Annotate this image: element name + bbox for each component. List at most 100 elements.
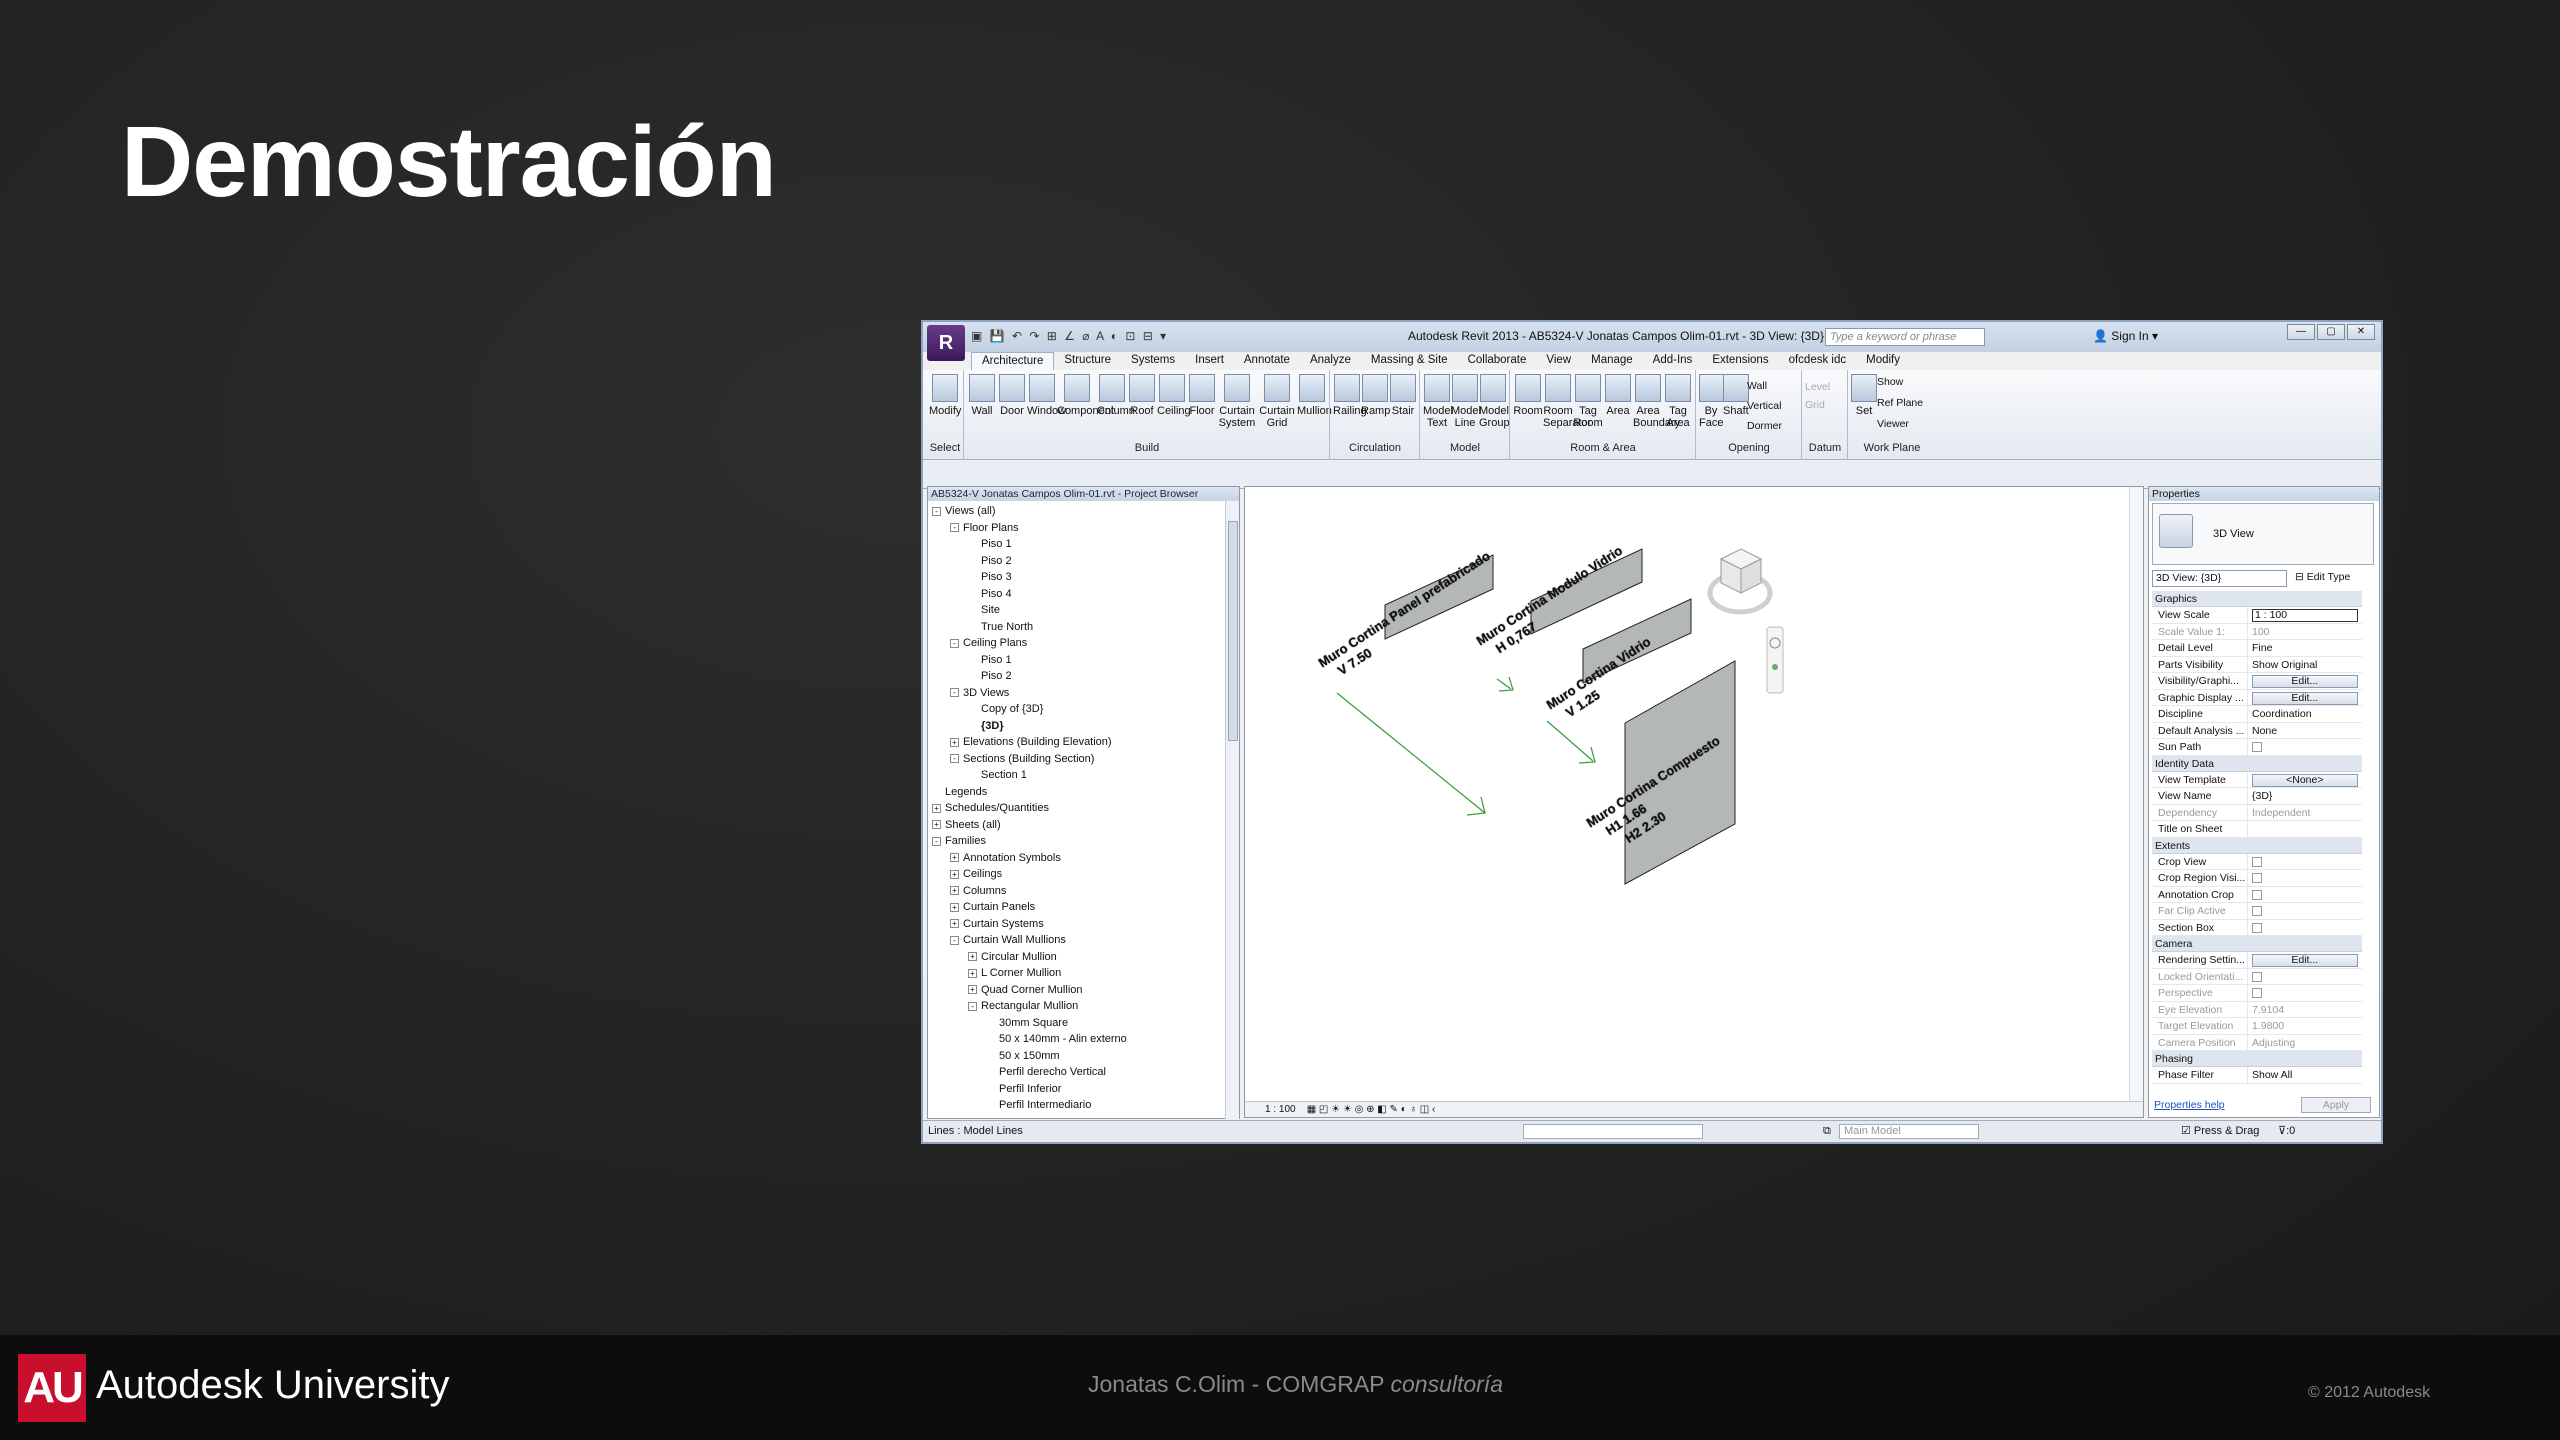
- tree-node[interactable]: {3D}: [928, 718, 1224, 735]
- design-options-icon[interactable]: ⧉: [1823, 1121, 1831, 1141]
- property-value[interactable]: [2248, 920, 2362, 936]
- property-checkbox[interactable]: [2252, 856, 2262, 867]
- tree-expander-icon[interactable]: +: [932, 820, 941, 830]
- property-value[interactable]: [2248, 821, 2362, 837]
- property-button[interactable]: <None>: [2252, 773, 2358, 787]
- property-row[interactable]: Graphic Display ... Edit...: [2152, 689, 2362, 706]
- tree-expander-icon[interactable]: +: [950, 853, 959, 863]
- property-row[interactable]: Scale Value 1: 100: [2152, 623, 2362, 640]
- tree-expander-icon[interactable]: +: [950, 869, 959, 879]
- tree-node[interactable]: Section 1: [928, 767, 1224, 784]
- ribbon-button-area[interactable]: Area: [1603, 374, 1633, 417]
- tree-node[interactable]: Piso 2: [928, 553, 1224, 570]
- property-row[interactable]: Section Box: [2152, 919, 2362, 936]
- property-value[interactable]: [2248, 887, 2362, 903]
- tree-node[interactable]: + Sheets (all): [928, 817, 1224, 834]
- tab-view[interactable]: View: [1536, 352, 1581, 370]
- tree-expander-icon[interactable]: +: [950, 737, 959, 747]
- property-row[interactable]: Visibility/Graphi... Edit...: [2152, 673, 2362, 690]
- ribbon-button-railing[interactable]: Railing: [1333, 374, 1367, 417]
- tree-node[interactable]: Perfil Inferior: [928, 1081, 1224, 1098]
- property-row[interactable]: Discipline Coordination: [2152, 706, 2362, 723]
- workplane-small-buttons[interactable]: Show Ref Plane Viewer: [1877, 372, 1923, 435]
- tree-expander-icon[interactable]: -: [950, 688, 959, 698]
- property-checkbox[interactable]: [2252, 889, 2262, 900]
- tree-expander-icon[interactable]: +: [932, 803, 941, 813]
- property-row[interactable]: Phase Filter Show All: [2152, 1067, 2362, 1084]
- property-row[interactable]: Eye Elevation 7.9104: [2152, 1001, 2362, 1018]
- tree-expander-icon[interactable]: +: [968, 952, 977, 962]
- tab-add-ins[interactable]: Add-Ins: [1643, 352, 1703, 370]
- property-value[interactable]: 100: [2248, 624, 2362, 640]
- ribbon-button-door[interactable]: Door: [997, 374, 1027, 417]
- ribbon-button-by-face[interactable]: By Face: [1699, 374, 1725, 429]
- property-value[interactable]: 1.9800: [2248, 1018, 2362, 1034]
- tree-expander-icon[interactable]: +: [950, 919, 959, 929]
- tab-modify[interactable]: Modify: [1856, 352, 1910, 370]
- property-row[interactable]: View Template <None>: [2152, 771, 2362, 788]
- property-checkbox[interactable]: [2252, 742, 2262, 753]
- ribbon-button-ceiling[interactable]: Ceiling: [1157, 374, 1191, 417]
- workset-dropdown[interactable]: [1523, 1124, 1703, 1139]
- property-group-header[interactable]: Camera: [2152, 936, 2362, 952]
- tree-expander-icon[interactable]: -: [932, 836, 941, 846]
- opening-small-buttons[interactable]: Wall Vertical Dormer: [1747, 376, 1782, 436]
- tree-node[interactable]: + Circular Mullion: [928, 949, 1224, 966]
- tree-node[interactable]: - Views (all): [928, 503, 1224, 520]
- ribbon-button-room-separator[interactable]: Room Separator: [1543, 374, 1591, 429]
- ribbon-button-window[interactable]: Window: [1027, 374, 1066, 417]
- tree-node[interactable]: Piso 1: [928, 536, 1224, 553]
- property-value[interactable]: [2248, 854, 2362, 870]
- ribbon-button-room[interactable]: Room: [1513, 374, 1543, 417]
- press-drag-toggle[interactable]: ☑ Press & Drag: [2181, 1121, 2259, 1141]
- ribbon-button-component[interactable]: Component: [1057, 374, 1114, 417]
- tree-node[interactable]: Piso 3: [928, 569, 1224, 586]
- search-input[interactable]: Type a keyword or phrase: [1825, 328, 1985, 346]
- tree-node[interactable]: Site: [928, 602, 1224, 619]
- 3d-view-canvas[interactable]: Muro Cortina Panel prefabricado V 7.50 Mur…: [1244, 486, 2144, 1118]
- tree-node[interactable]: Perfil derecho Vertical: [928, 1064, 1224, 1081]
- property-value[interactable]: Fine: [2248, 640, 2362, 656]
- filter-icon[interactable]: ⊽:0: [2278, 1121, 2295, 1141]
- tree-expander-icon[interactable]: +: [968, 985, 977, 995]
- property-row[interactable]: Far Clip Active: [2152, 903, 2362, 920]
- tree-node[interactable]: + Annotation Symbols: [928, 850, 1224, 867]
- ribbon-button-tag-room[interactable]: Tag Room: [1573, 374, 1603, 429]
- tree-node[interactable]: + Curtain Systems: [928, 916, 1224, 933]
- tab-collaborate[interactable]: Collaborate: [1458, 352, 1537, 370]
- properties-help-link[interactable]: Properties help: [2154, 1099, 2225, 1111]
- tree-node[interactable]: Piso 1: [928, 652, 1224, 669]
- tree-expander-icon[interactable]: -: [968, 1001, 977, 1011]
- property-value[interactable]: [2248, 739, 2362, 755]
- view-control-icons[interactable]: ▦ ◰ ☀ ☀ ◎ ⊕ ◧ ✎ ◐ ♁ ◫ ‹: [1298, 1104, 1436, 1115]
- tree-expander-icon[interactable]: -: [932, 506, 941, 516]
- property-row[interactable]: Sun Path: [2152, 739, 2362, 756]
- tree-node[interactable]: Piso 4: [928, 586, 1224, 603]
- property-button[interactable]: Edit...: [2252, 675, 2358, 688]
- ribbon-small-show[interactable]: Show: [1877, 372, 1923, 393]
- property-value[interactable]: Edit...: [2248, 673, 2362, 689]
- tree-node[interactable]: + L Corner Mullion: [928, 965, 1224, 982]
- tab-extensions[interactable]: Extensions: [1702, 352, 1778, 370]
- property-row[interactable]: View Name {3D}: [2152, 788, 2362, 805]
- ribbon-button-wall[interactable]: Wall: [967, 374, 997, 417]
- property-value[interactable]: Show Original: [2248, 657, 2362, 673]
- ribbon-button-modify[interactable]: Modify: [929, 374, 961, 417]
- ribbon-small-vertical[interactable]: Vertical: [1747, 396, 1782, 416]
- property-value[interactable]: None: [2248, 723, 2362, 739]
- property-row[interactable]: Target Elevation 1.9800: [2152, 1018, 2362, 1035]
- property-row[interactable]: Title on Sheet: [2152, 821, 2362, 838]
- property-value[interactable]: Coordination: [2248, 706, 2362, 722]
- tree-node[interactable]: 50 x 150mm: [928, 1048, 1224, 1065]
- property-value[interactable]: Adjusting: [2248, 1035, 2362, 1051]
- tree-node[interactable]: - Curtain Wall Mullions: [928, 932, 1224, 949]
- project-browser-scrollbar[interactable]: [1225, 501, 1239, 1119]
- close-button[interactable]: ✕: [2347, 324, 2375, 340]
- tab-ofcdesk-idc[interactable]: ofcdesk idc: [1779, 352, 1857, 370]
- quick-access-toolbar[interactable]: ▣ 💾 ↶ ↷ ⊞ ∠ ⌀ A ◐ ⊡ ⊟ ▾: [971, 329, 1168, 343]
- tree-node[interactable]: + Curtain Panels: [928, 899, 1224, 916]
- property-checkbox[interactable]: [2252, 922, 2262, 933]
- design-option-dropdown[interactable]: Main Model: [1839, 1124, 1979, 1139]
- tree-node[interactable]: -3D Views: [928, 685, 1224, 702]
- property-row[interactable]: Default Analysis ... None: [2152, 722, 2362, 739]
